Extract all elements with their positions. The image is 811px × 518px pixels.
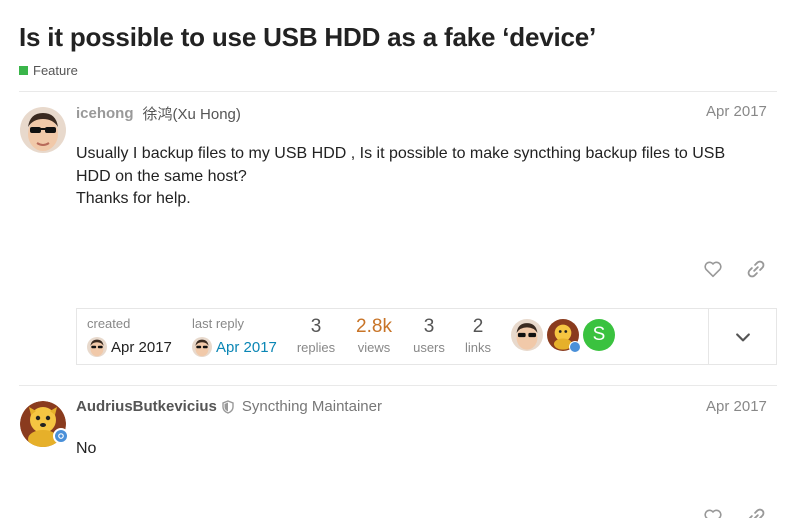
chevron-down-icon xyxy=(735,332,750,341)
full-name: 徐鸿(Xu Hong) xyxy=(142,106,241,123)
replies-count: 3 xyxy=(310,316,322,337)
username[interactable]: AudriusButkevicius xyxy=(76,398,217,415)
category-badge[interactable]: Feature xyxy=(19,63,78,78)
created-date-text: Apr 2017 xyxy=(111,338,172,356)
link-icon[interactable] xyxy=(745,258,767,280)
expand-topic-map-button[interactable] xyxy=(708,309,776,364)
user-avatar-sunglasses-icon xyxy=(20,107,66,153)
replies-label: replies xyxy=(296,340,336,355)
divider xyxy=(19,91,777,92)
category-label: Feature xyxy=(33,63,78,78)
user-title: Syncthing Maintainer xyxy=(241,398,382,415)
post-body-line: Thanks for help. xyxy=(76,190,191,207)
last-reply-date-text: Apr 2017 xyxy=(216,338,277,356)
post-body-line: No xyxy=(76,440,97,457)
divider xyxy=(19,385,777,386)
category-color-swatch xyxy=(19,66,28,75)
post-meta: icehong 徐鸿(Xu Hong) xyxy=(76,103,241,124)
links-label: links xyxy=(464,340,491,355)
maintainer-flair-icon xyxy=(53,428,69,444)
avatar-icon xyxy=(192,337,212,357)
last-reply-label: last reply xyxy=(192,316,245,331)
last-reply-date[interactable]: Apr 2017 xyxy=(192,337,277,357)
topic-map: created Apr 2017 last reply Apr 2017 3 r… xyxy=(76,308,777,365)
post-body: No xyxy=(76,438,766,461)
heart-icon[interactable] xyxy=(702,506,724,518)
views-count: 2.8k xyxy=(356,316,392,337)
post-meta: AudriusButkevicius Syncthing Maintainer xyxy=(76,398,382,415)
post-body-line: Usually I backup files to my USB HDD , I… xyxy=(76,145,726,162)
heart-icon[interactable] xyxy=(702,258,724,280)
username[interactable]: icehong xyxy=(76,105,134,122)
maintainer-flair-icon xyxy=(569,341,581,353)
topic-title[interactable]: Is it possible to use USB HDD as a fake … xyxy=(19,22,596,53)
post-body: Usually I backup files to my USB HDD , I… xyxy=(76,143,766,211)
link-icon[interactable] xyxy=(745,506,767,518)
created-date[interactable]: Apr 2017 xyxy=(87,337,172,357)
post-date[interactable]: Apr 2017 xyxy=(706,103,767,120)
avatar-icon xyxy=(87,337,107,357)
shield-icon xyxy=(222,399,234,414)
post-body-line: HDD on the same host? xyxy=(76,167,247,185)
avatar-icehong[interactable] xyxy=(20,107,66,153)
views-label: views xyxy=(357,340,391,355)
participant-avatar[interactable] xyxy=(511,319,543,351)
created-label: created xyxy=(87,316,131,331)
links-count: 2 xyxy=(472,316,484,337)
participant-avatar-letter[interactable]: S xyxy=(583,319,615,351)
post-date[interactable]: Apr 2017 xyxy=(706,398,767,415)
